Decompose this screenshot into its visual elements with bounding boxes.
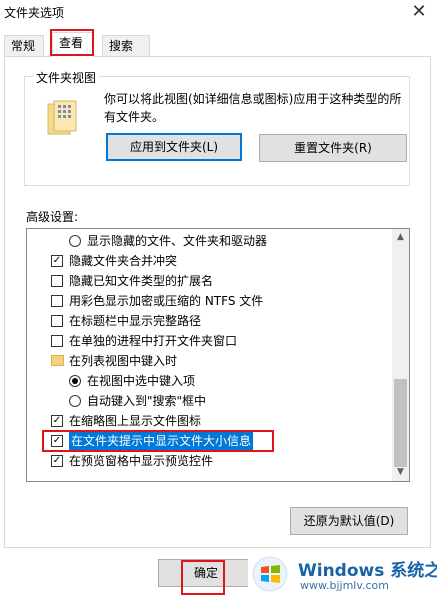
- checkbox-checked[interactable]: ✓: [51, 455, 63, 467]
- radio-selected[interactable]: [69, 375, 81, 387]
- folder-views-description: 你可以将此视图(如详细信息或图标)应用于这种类型的所有文件夹。: [104, 92, 402, 124]
- advanced-setting-item[interactable]: 在视图中选中键入项: [27, 371, 393, 391]
- folder-icon: [51, 355, 64, 366]
- window-title: 文件夹选项: [4, 6, 65, 20]
- ok-button-label: 确定: [193, 566, 218, 580]
- advanced-setting-item[interactable]: 用彩色显示加密或压缩的 NTFS 文件: [27, 291, 393, 311]
- scroll-up-icon[interactable]: ▲: [392, 229, 409, 246]
- ok-button[interactable]: 确定: [158, 559, 254, 587]
- close-icon[interactable]: ✕: [407, 1, 431, 23]
- checkbox-unchecked[interactable]: [51, 275, 63, 287]
- advanced-setting-item[interactable]: 在单独的进程中打开文件夹窗口: [27, 331, 393, 351]
- tab-search-label: 搜索: [109, 39, 134, 53]
- radio-unselected[interactable]: [69, 235, 81, 247]
- folder-views-icon: [47, 100, 77, 135]
- advanced-settings-label: 高级设置:: [26, 210, 79, 224]
- advanced-setting-label: 自动键入到"搜索"框中: [87, 394, 207, 408]
- advanced-setting-item[interactable]: ✓ 在预览窗格中显示预览控件: [27, 451, 393, 471]
- advanced-setting-label: 显示隐藏的文件、文件夹和驱动器: [87, 234, 268, 248]
- advanced-setting-label: 在列表视图中键入时: [69, 354, 178, 368]
- tab-search[interactable]: 搜索: [102, 35, 150, 56]
- restore-defaults-label: 还原为默认值(D): [303, 514, 395, 528]
- advanced-setting-item[interactable]: 在标题栏中显示完整路径: [27, 311, 393, 331]
- scroll-thumb[interactable]: [394, 379, 407, 467]
- apply-to-folders-button[interactable]: 应用到文件夹(L): [106, 133, 242, 161]
- advanced-setting-item[interactable]: 自动键入到"搜索"框中: [27, 391, 393, 411]
- advanced-setting-item[interactable]: ✓ 在缩略图上显示文件图标: [27, 411, 393, 431]
- advanced-setting-label: 在预览窗格中显示预览控件: [69, 454, 214, 468]
- tab-general[interactable]: 常规: [4, 35, 44, 56]
- checkbox-unchecked[interactable]: [51, 315, 63, 327]
- checkbox-unchecked[interactable]: [51, 295, 63, 307]
- checkbox-checked[interactable]: ✓: [51, 435, 63, 447]
- advanced-settings-rows: 显示隐藏的文件、文件夹和驱动器 ✓ 隐藏文件夹合并冲突隐藏已知文件类型的扩展名用彩色…: [27, 231, 393, 471]
- advanced-setting-item[interactable]: ✓ 在文件夹提示中显示文件大小信息: [27, 431, 393, 451]
- advanced-setting-label: 用彩色显示加密或压缩的 NTFS 文件: [69, 294, 264, 308]
- reset-folders-label: 重置文件夹(R): [294, 141, 372, 155]
- apply-to-folders-label: 应用到文件夹(L): [129, 140, 219, 154]
- advanced-setting-label: 在文件夹提示中显示文件大小信息: [69, 431, 254, 451]
- checkbox-checked[interactable]: ✓: [51, 255, 63, 267]
- advanced-setting-label: 隐藏文件夹合并冲突: [69, 254, 178, 268]
- tab-view-label: 查看: [59, 36, 84, 50]
- advanced-setting-label: 在缩略图上显示文件图标: [69, 414, 202, 428]
- checkbox-unchecked[interactable]: [51, 335, 63, 347]
- advanced-setting-item[interactable]: 显示隐藏的文件、文件夹和驱动器: [27, 231, 393, 251]
- folder-views-legend: 文件夹视图: [33, 69, 100, 86]
- advanced-setting-label: 隐藏已知文件类型的扩展名: [69, 274, 214, 288]
- reset-folders-button[interactable]: 重置文件夹(R): [259, 134, 407, 162]
- advanced-settings-list[interactable]: 显示隐藏的文件、文件夹和驱动器 ✓ 隐藏文件夹合并冲突隐藏已知文件类型的扩展名用彩色…: [26, 228, 410, 482]
- watermark-url: www.bjjmlv.com: [300, 579, 389, 592]
- checkbox-checked[interactable]: ✓: [51, 415, 63, 427]
- vertical-scrollbar[interactable]: ▲ ▼: [392, 229, 409, 481]
- tab-view[interactable]: 查看: [52, 32, 94, 57]
- tab-general-label: 常规: [11, 39, 36, 53]
- restore-defaults-button[interactable]: 还原为默认值(D): [290, 507, 408, 535]
- advanced-setting-item[interactable]: ✓ 隐藏文件夹合并冲突: [27, 251, 393, 271]
- watermark-brand: Windows 系统之家: [298, 561, 437, 581]
- advanced-setting-label: 在视图中选中键入项: [87, 374, 196, 388]
- watermark: Windows 系统之家 www.bjjmlv.com: [248, 548, 437, 599]
- advanced-setting-label: 在标题栏中显示完整路径: [69, 314, 202, 328]
- scroll-down-icon[interactable]: ▼: [392, 464, 409, 481]
- advanced-setting-item[interactable]: 隐藏已知文件类型的扩展名: [27, 271, 393, 291]
- advanced-setting-item[interactable]: 在列表视图中键入时: [27, 351, 393, 371]
- title-bar: 文件夹选项 ✕: [0, 0, 437, 26]
- windows-logo-icon: [252, 556, 288, 592]
- radio-unselected[interactable]: [69, 395, 81, 407]
- advanced-setting-label: 在单独的进程中打开文件夹窗口: [69, 334, 238, 348]
